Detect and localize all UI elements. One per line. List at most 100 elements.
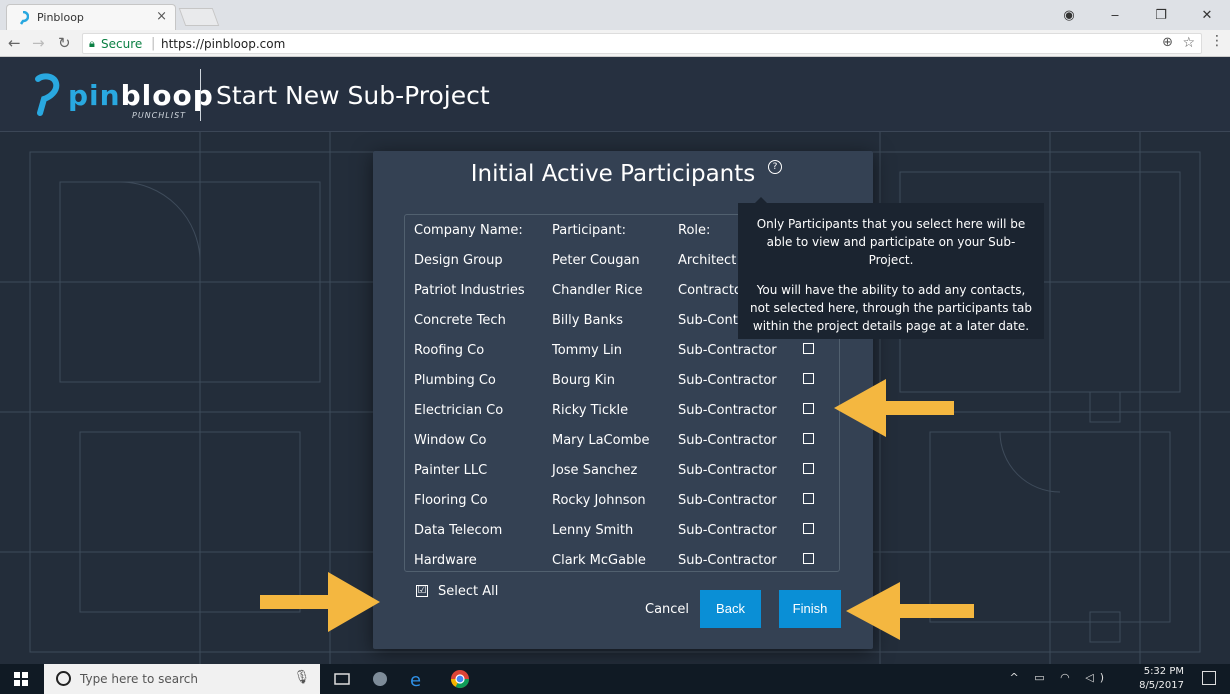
participant-cell: Ricky Tickle (552, 403, 629, 418)
browser-tab-bar: Pinbloop × ◉ ‒ ❐ ✕ (0, 0, 1230, 30)
callout-arrow-finish-icon (846, 582, 974, 640)
secure-label: Secure (101, 37, 143, 51)
participant-checkbox[interactable] (803, 463, 814, 474)
participant-cell: Clark McGable (552, 553, 646, 568)
participant-checkbox[interactable] (803, 373, 814, 384)
task-view-icon[interactable] (332, 669, 352, 689)
callout-arrow-checkbox-icon (834, 379, 954, 437)
reload-icon[interactable]: ↻ (58, 34, 71, 52)
logo-pin-text: pin (68, 79, 121, 112)
edge-browser-icon[interactable]: e (408, 669, 428, 689)
forward-arrow-icon[interactable]: → (32, 34, 45, 52)
participant-checkbox[interactable] (803, 493, 814, 504)
role-cell: Architect (678, 253, 737, 268)
back-arrow-icon[interactable]: ← (8, 34, 21, 52)
company-cell: Design Group (414, 253, 503, 268)
participant-cell: Lenny Smith (552, 523, 634, 538)
cancel-button[interactable]: Cancel (645, 602, 689, 617)
pinbloop-favicon-icon (19, 11, 29, 25)
app-pinned-icon[interactable] (370, 669, 390, 689)
company-cell: Flooring Co (414, 493, 488, 508)
table-row[interactable]: Flooring Co Rocky Johnson Sub-Contractor (405, 485, 839, 515)
participant-cell: Rocky Johnson (552, 493, 646, 508)
participant-cell: Peter Cougan (552, 253, 640, 268)
page-title: Start New Sub-Project (216, 81, 490, 110)
table-row[interactable]: Hardware Clark McGable Sub-Contractor (405, 545, 839, 571)
role-cell: Sub-Contractor (678, 523, 777, 538)
role-cell: Sub-Contr (678, 313, 744, 328)
company-cell: Patriot Industries (414, 283, 525, 298)
help-tooltip: Only Participants that you select here w… (738, 203, 1044, 339)
select-all-checkbox[interactable]: ☑ (416, 585, 428, 597)
role-cell: Sub-Contractor (678, 343, 777, 358)
page-content: pinbloop PUNCHLIST Start New Sub-Project… (0, 57, 1230, 664)
clock-time: 5:32 PM (1143, 666, 1184, 677)
tab-title: Pinbloop (37, 11, 84, 24)
bookmark-star-icon[interactable]: ☆ (1182, 35, 1195, 51)
svg-text:e: e (410, 670, 421, 689)
column-header-company: Company Name: (414, 223, 523, 238)
account-icon[interactable]: ◉ (1046, 8, 1092, 23)
search-placeholder: Type here to search (80, 672, 198, 686)
role-cell: Contractor (678, 283, 748, 298)
microphone-icon[interactable]: 🎙︎ (293, 670, 310, 685)
notifications-icon[interactable] (1202, 671, 1216, 685)
url-text: https://pinbloop.com (161, 37, 286, 51)
table-row[interactable]: Electrician Co Ricky Tickle Sub-Contractor (405, 395, 839, 425)
select-all-label: Select All (438, 584, 499, 599)
participant-checkbox[interactable] (803, 433, 814, 444)
minimize-button[interactable]: ‒ (1092, 8, 1138, 23)
back-button[interactable]: Back (700, 590, 761, 628)
company-cell: Plumbing Co (414, 373, 496, 388)
table-row[interactable]: Roofing Co Tommy Lin Sub-Contractor (405, 335, 839, 365)
participant-cell: Jose Sanchez (552, 463, 638, 478)
company-cell: Painter LLC (414, 463, 488, 478)
table-row[interactable]: Painter LLC Jose Sanchez Sub-Contractor (405, 455, 839, 485)
company-cell: Hardware (414, 553, 477, 568)
modal-title: Initial Active Participants (470, 161, 756, 187)
participant-checkbox[interactable] (803, 523, 814, 534)
participant-cell: Mary LaCombe (552, 433, 650, 448)
close-window-button[interactable]: ✕ (1184, 8, 1230, 23)
role-cell: Sub-Contractor (678, 463, 777, 478)
zoom-icon[interactable]: ⊕ (1162, 35, 1173, 50)
participant-checkbox[interactable] (803, 343, 814, 354)
role-cell: Sub-Contractor (678, 553, 777, 568)
clock-date: 8/5/2017 (1139, 680, 1184, 691)
system-tray[interactable]: ^ ▭ ◠ ◁) (1010, 671, 1110, 684)
participant-checkbox[interactable] (803, 403, 814, 414)
app-header: pinbloop PUNCHLIST Start New Sub-Project (0, 57, 1230, 132)
finish-button[interactable]: Finish (779, 590, 841, 628)
table-row[interactable]: Window Co Mary LaCombe Sub-Contractor (405, 425, 839, 455)
participant-cell: Chandler Rice (552, 283, 643, 298)
tooltip-line-2: You will have the ability to add any con… (750, 283, 1032, 333)
tab-close-icon[interactable]: × (156, 9, 167, 24)
new-tab-button[interactable] (178, 8, 220, 26)
maximize-button[interactable]: ❐ (1138, 8, 1184, 23)
company-cell: Roofing Co (414, 343, 485, 358)
chrome-browser-icon[interactable] (450, 669, 470, 689)
tooltip-line-1: Only Participants that you select here w… (756, 217, 1026, 267)
windows-start-icon[interactable] (14, 672, 28, 686)
table-row[interactable]: Data Telecom Lenny Smith Sub-Contractor (405, 515, 839, 545)
windows-taskbar: Type here to search 🎙︎ e ^ ▭ ◠ ◁) 5:32 P… (0, 664, 1230, 694)
role-cell: Sub-Contractor (678, 373, 777, 388)
column-header-role: Role: (678, 223, 711, 238)
taskbar-search[interactable]: Type here to search 🎙︎ (44, 664, 320, 694)
callout-arrow-select-all-icon (260, 572, 380, 632)
participant-checkbox[interactable] (803, 553, 814, 564)
company-cell: Data Telecom (414, 523, 503, 538)
lock-icon: 🔒︎ (89, 37, 95, 50)
browser-menu-icon[interactable]: ⋮ (1210, 33, 1224, 49)
cortana-icon (56, 671, 71, 686)
url-field[interactable]: 🔒︎ Secure | https://pinbloop.com ⊕ ☆ (82, 33, 1202, 54)
taskbar-clock[interactable]: 5:32 PM 8/5/2017 (1139, 665, 1184, 693)
participant-cell: Tommy Lin (552, 343, 622, 358)
participant-cell: Billy Banks (552, 313, 624, 328)
role-cell: Sub-Contractor (678, 493, 777, 508)
table-row[interactable]: Plumbing Co Bourg Kin Sub-Contractor (405, 365, 839, 395)
browser-tab[interactable]: Pinbloop × (6, 4, 176, 30)
address-bar: ← → ↻ 🔒︎ Secure | https://pinbloop.com ⊕… (0, 30, 1230, 57)
logo-subtitle: PUNCHLIST (132, 111, 187, 120)
help-icon[interactable]: ? (768, 160, 782, 174)
